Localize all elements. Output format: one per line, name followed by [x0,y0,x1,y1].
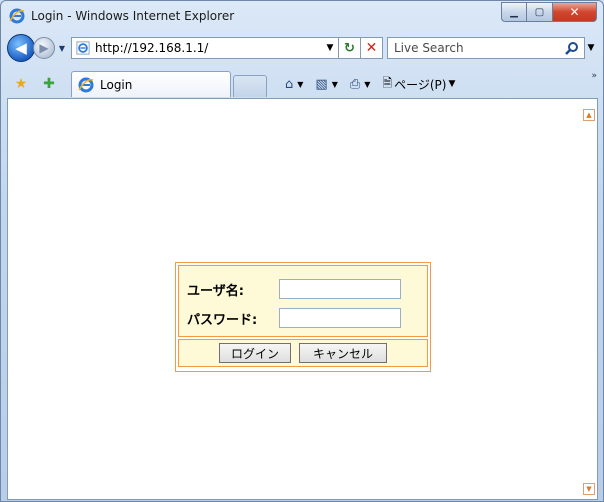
password-label: パスワード: [187,312,258,328]
minimize-icon: ▁ [510,6,518,18]
password-input[interactable] [279,308,401,328]
login-button[interactable]: ログイン [219,343,291,363]
minimize-button[interactable]: ▁ [501,2,527,22]
title-bar: Login - Windows Internet Explorer ▁ ▢ ✕ [1,1,603,31]
add-favorite-icon[interactable]: ✚ [37,71,61,97]
favorites-star-icon[interactable]: ★ [9,71,33,97]
page-content: ▲ ▼ ユーザ名: パスワード: ログイン キャンセル [7,98,598,500]
search-options-dropdown[interactable]: ▼ [585,43,597,53]
ie-page-icon [78,77,94,93]
search-placeholder: Live Search [394,41,464,55]
close-button[interactable]: ✕ [553,2,597,22]
stop-button[interactable]: ✕ [361,37,383,59]
login-form: ユーザ名: パスワード: ログイン キャンセル [175,262,431,372]
feeds-dropdown[interactable]: ▼ [332,80,338,89]
page-menu[interactable]: 🗎 ページ(P) ▼ [382,74,455,95]
print-dropdown[interactable]: ▼ [364,80,370,89]
password-row: パスワード: [187,308,401,328]
username-label: ユーザ名: [187,283,244,299]
forward-button[interactable]: ▶ [33,37,55,59]
more-commands-icon[interactable]: » [591,71,597,81]
username-row: ユーザ名: [187,279,401,299]
search-input[interactable]: Live Search [387,37,585,59]
maximize-button[interactable]: ▢ [527,2,553,22]
maximize-icon: ▢ [534,6,545,18]
ie-page-icon [75,40,91,56]
address-bar[interactable]: http://192.168.1.1/ ▼ [71,37,339,59]
back-arrow-icon: ◀ [15,39,27,57]
new-tab-button[interactable] [233,75,267,97]
search-button[interactable] [560,38,584,58]
ie-logo-icon [9,8,25,24]
login-fields: ユーザ名: パスワード: [178,265,428,337]
scroll-up-button[interactable]: ▲ [583,109,595,121]
tab-label: Login [100,77,133,92]
chevron-down-icon: ▼ [448,79,456,89]
cancel-button[interactable]: キャンセル [299,343,387,363]
back-button[interactable]: ◀ [7,34,35,62]
close-icon: ✕ [569,5,580,19]
page-icon: 🗎 [382,75,393,90]
address-row: ◀ ▶ ▼ http://192.168.1.1/ ▼ ↻ ✕ Live Sea… [1,33,603,63]
window-title: Login - Windows Internet Explorer [31,9,235,23]
home-icon[interactable]: ⌂ [285,77,293,92]
tab-login[interactable]: Login [71,71,231,97]
chevron-down-icon[interactable]: ▼ [322,43,338,53]
username-input[interactable] [279,279,401,299]
command-bar: ⌂ ▼ ▧ ▼ ⎙ ▼ 🗎 ページ(P) ▼ [285,71,455,97]
print-icon[interactable]: ⎙ [350,77,360,92]
home-dropdown[interactable]: ▼ [297,80,303,89]
forward-arrow-icon: ▶ [39,41,49,55]
url-text[interactable]: http://192.168.1.1/ [95,41,322,55]
refresh-icon: ↻ [344,40,355,56]
search-icon [565,42,578,55]
recent-pages-dropdown[interactable]: ▼ [55,44,69,53]
feeds-icon[interactable]: ▧ [315,77,327,92]
scroll-down-button[interactable]: ▼ [583,483,595,495]
refresh-button[interactable]: ↻ [339,37,361,59]
page-menu-label: ページ(P) [394,77,447,92]
browser-window: Login - Windows Internet Explorer ▁ ▢ ✕ … [0,0,604,502]
tab-row: ★ ✚ Login ⌂ ▼ ▧ ▼ ⎙ ▼ 🗎 ページ(P) ▼ » [1,67,603,97]
stop-icon: ✕ [365,40,378,56]
login-actions: ログイン キャンセル [178,339,428,367]
caption-buttons: ▁ ▢ ✕ [501,2,597,22]
